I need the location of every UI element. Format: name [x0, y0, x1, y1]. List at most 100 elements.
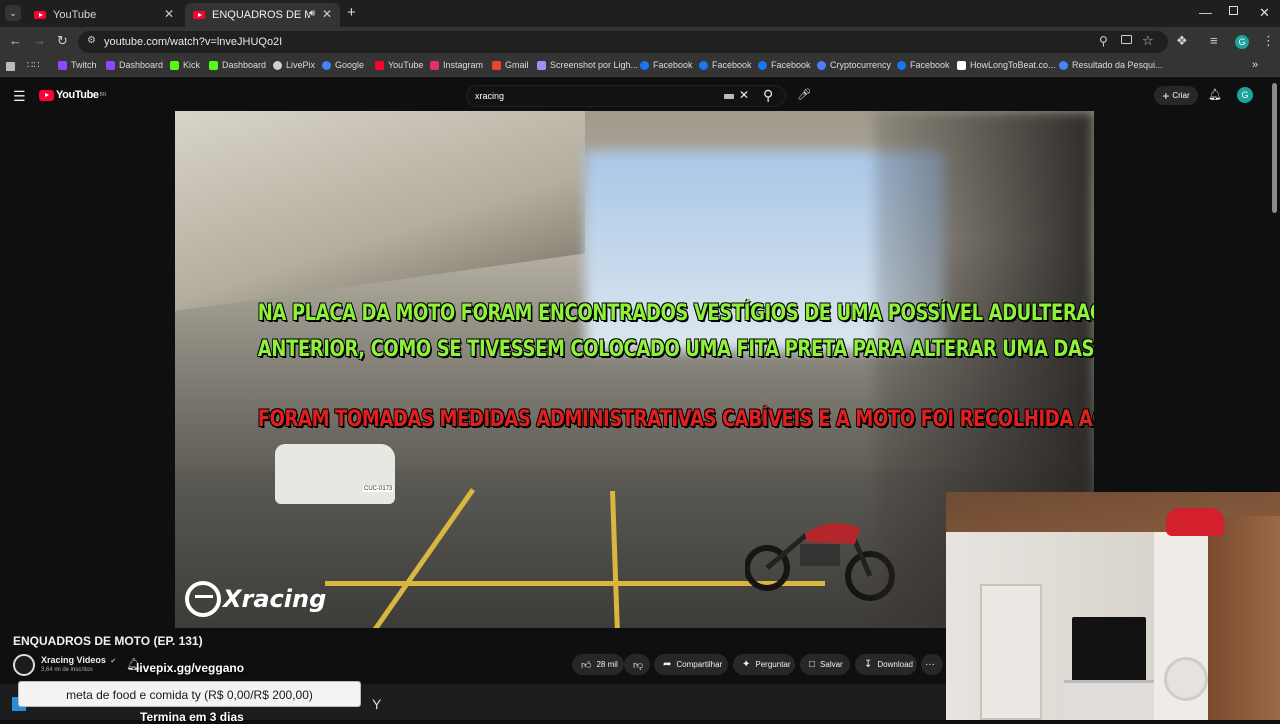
clear-search-icon[interactable]: ✕: [739, 88, 749, 102]
bookmark-label: Dashboard: [222, 60, 267, 70]
apps-icon[interactable]: [6, 62, 15, 71]
bookmark-item[interactable]: Facebook: [758, 60, 811, 70]
ask-label: Perguntar: [755, 660, 791, 669]
new-tab-button[interactable]: +: [347, 4, 356, 21]
ask-button[interactable]: ✦ Perguntar: [733, 654, 795, 675]
voice-search-icon[interactable]: 🎤︎: [797, 88, 811, 102]
bookmark-item[interactable]: Instagram: [430, 60, 483, 70]
bookmark-item[interactable]: Facebook: [640, 60, 693, 70]
search-box[interactable]: xracing ✕ ⚲: [466, 85, 786, 107]
bookmark-item[interactable]: Facebook: [897, 60, 950, 70]
audio-playing-icon[interactable]: 🔊︎: [309, 8, 315, 19]
extensions-icon[interactable]: ❖: [1176, 33, 1188, 49]
bookmark-item[interactable]: Facebook: [699, 60, 752, 70]
tab-label: ENQUADROS DE MOTO (EP: [212, 9, 310, 21]
download-button[interactable]: ↧ Download: [855, 654, 917, 675]
chrome-menu-icon[interactable]: ⋮: [1262, 33, 1275, 49]
profile-avatar[interactable]: G: [1235, 35, 1249, 49]
twitch-icon: [58, 60, 67, 70]
xracing-watermark: Xracing: [185, 581, 326, 617]
keyboard-icon[interactable]: [724, 94, 734, 99]
share-icon: ➦: [663, 659, 672, 670]
bookmark-label: YouTube: [388, 60, 424, 70]
google-icon: [322, 60, 331, 70]
save-label: Salvar: [820, 660, 843, 669]
video-title: ENQUADROS DE MOTO (EP. 131): [13, 634, 203, 648]
account-avatar[interactable]: G: [1237, 87, 1253, 103]
bookmark-item[interactable]: Kick: [170, 60, 200, 70]
forward-arrow-icon[interactable]: →: [33, 33, 46, 48]
livepix-link: livepix.gg/veggano: [136, 661, 245, 675]
share-label: Compartilhar: [676, 660, 723, 669]
bookmark-item[interactable]: Gmail: [492, 60, 529, 70]
search-icon[interactable]: ⚲: [763, 87, 773, 104]
bookmarks-overflow-icon[interactable]: »: [1252, 59, 1258, 71]
bookmark-item[interactable]: Twitch: [58, 60, 97, 70]
more-actions-button[interactable]: ···: [921, 654, 943, 675]
search-input[interactable]: xracing: [475, 91, 504, 101]
restore-icon[interactable]: [1229, 6, 1238, 15]
dislike-button[interactable]: 👎︎: [624, 654, 650, 675]
bookmark-label: Cryptocurrency: [830, 60, 892, 70]
youtube-play-icon: [39, 89, 54, 101]
menu-hamburger-icon[interactable]: ☰: [13, 88, 26, 105]
like-button[interactable]: 👍︎ 28 mil: [572, 654, 624, 675]
channel-avatar[interactable]: [13, 654, 35, 676]
back-arrow-icon[interactable]: ←: [9, 33, 22, 48]
download-icon: ↧: [864, 659, 873, 670]
bookmark-label: Instagram: [443, 60, 484, 70]
bookmark-item[interactable]: HowLongToBeat.co...: [957, 60, 1056, 70]
create-label: Criar: [1172, 91, 1190, 100]
bookmark-label: Resultado da Pesqui...: [1072, 60, 1163, 70]
facebook-icon: [699, 60, 708, 70]
notifications-bell-icon[interactable]: 🔔︎: [1208, 88, 1222, 101]
sparkle-icon: ✦: [742, 659, 751, 670]
tab-label: YouTube: [53, 9, 97, 21]
site-info-icon[interactable]: ⚙: [87, 35, 96, 46]
install-app-icon[interactable]: [1121, 35, 1132, 44]
create-button[interactable]: + Criar: [1154, 86, 1198, 105]
bookmark-item[interactable]: Resultado da Pesqui...: [1059, 60, 1163, 70]
bookmark-item[interactable]: LivePix: [273, 60, 315, 70]
save-button[interactable]: □ Salvar: [800, 654, 850, 675]
apps-grid-icon[interactable]: ∷∷: [27, 60, 40, 71]
channel-name[interactable]: Xracing Videos ✔: [41, 655, 116, 665]
close-tab-icon[interactable]: ✕: [322, 7, 332, 21]
tab-youtube[interactable]: YouTube ✕: [26, 3, 182, 27]
webcam-overlay: [946, 492, 1280, 720]
reading-list-icon[interactable]: ≡: [1210, 33, 1218, 48]
facebook-icon: [640, 60, 649, 70]
verified-icon: ✔: [110, 658, 117, 665]
bookmark-label: Facebook: [910, 60, 950, 70]
kick-icon: [209, 60, 218, 70]
gmail-icon: [492, 60, 501, 70]
minimize-icon[interactable]: —: [1199, 5, 1212, 20]
like-count: 28 mil: [596, 660, 618, 669]
tab-enquadros[interactable]: ENQUADROS DE MOTO (EP 🔊︎ ✕: [185, 3, 340, 27]
zoom-icon[interactable]: ⚲: [1099, 34, 1108, 48]
browser-tab-strip: ⌄ YouTube ✕ ENQUADROS DE MOTO (EP 🔊︎ ✕ +…: [0, 0, 1280, 27]
bookmark-item[interactable]: Dashboard: [106, 60, 163, 70]
bookmark-item[interactable]: Screenshot por Ligh...: [537, 60, 638, 70]
bookmark-item[interactable]: Google: [322, 60, 364, 70]
bookmark-item[interactable]: Dashboard: [209, 60, 266, 70]
twitch-icon: [106, 60, 115, 70]
webcam-fan: [1164, 657, 1208, 701]
close-tab-icon[interactable]: ✕: [164, 7, 174, 21]
page-scrollbar[interactable]: [1272, 83, 1277, 213]
bookmark-star-icon[interactable]: ☆: [1142, 33, 1154, 49]
bookmark-item[interactable]: YouTube: [375, 60, 423, 70]
youtube-logo[interactable]: YouTube BR: [39, 89, 107, 101]
youtube-favicon-icon: [34, 11, 46, 19]
bookmark-label: Gmail: [505, 60, 529, 70]
url-text[interactable]: youtube.com/watch?v=lnveJHUQo2I: [104, 36, 282, 48]
reload-icon[interactable]: ↻: [57, 33, 68, 49]
close-window-icon[interactable]: ✕: [1259, 5, 1270, 21]
webcam-tv: [1072, 617, 1146, 685]
share-button[interactable]: ➦ Compartilhar: [654, 654, 728, 675]
tab-search-button[interactable]: ⌄: [5, 5, 21, 21]
livepix-icon: [273, 60, 282, 70]
bookmark-item[interactable]: Cryptocurrency: [817, 60, 891, 70]
bookmark-label: Facebook: [653, 60, 693, 70]
video-scene-car: CUC-0173: [275, 444, 395, 504]
